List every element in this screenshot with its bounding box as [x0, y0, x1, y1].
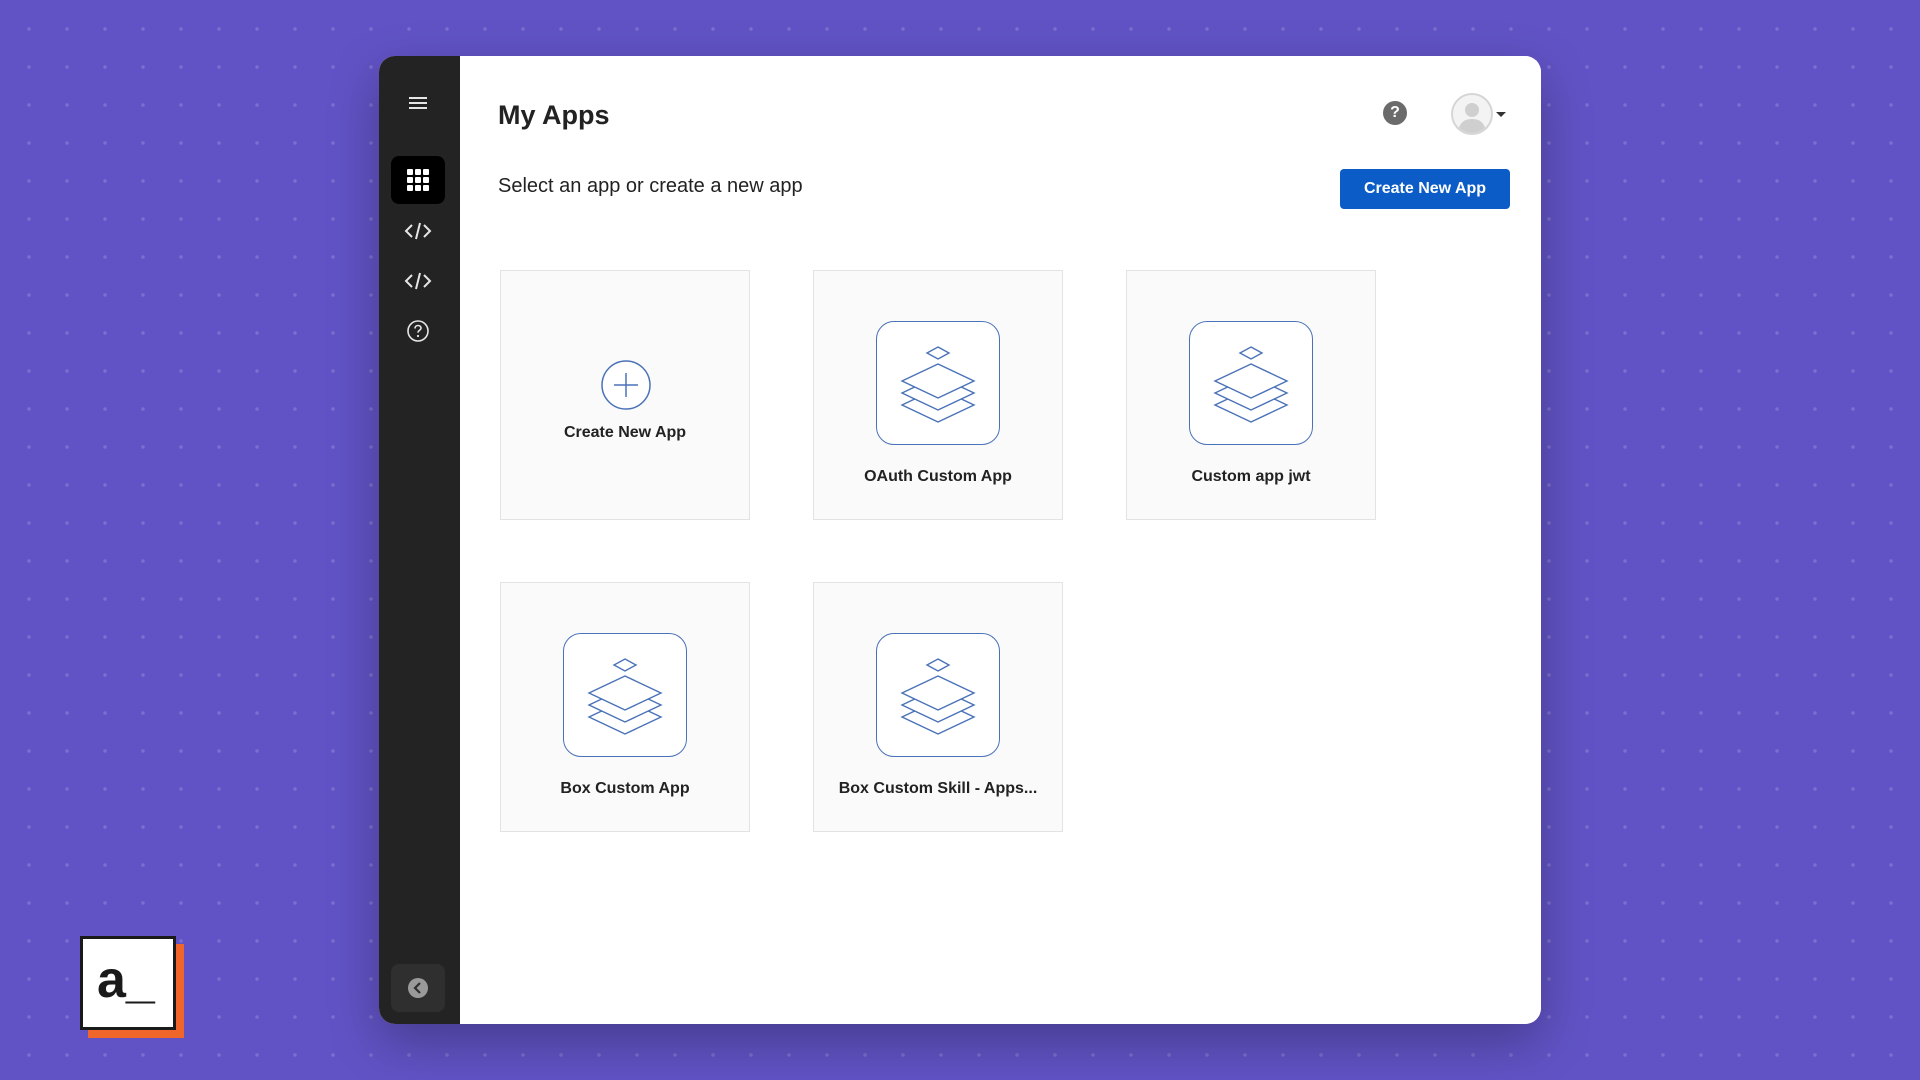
layers-icon: [900, 346, 976, 423]
code-icon: [404, 272, 432, 290]
help-circle-icon: [407, 320, 429, 342]
code-icon: [404, 222, 432, 240]
app-card-label: Custom app jwt: [1191, 468, 1311, 485]
app-card-label: Box Custom Skill - Apps...: [838, 780, 1038, 797]
sidebar: [379, 56, 460, 1024]
menu-icon: [409, 97, 427, 109]
app-card-custom-app-jwt[interactable]: Custom app jwt: [1126, 270, 1376, 520]
sidebar-item-my-apps[interactable]: [391, 156, 445, 204]
app-card-label: OAuth Custom App: [864, 468, 1012, 485]
sidebar-item-help[interactable]: [391, 307, 445, 355]
app-window: My Apps Select an app or create a new ap…: [379, 56, 1541, 1024]
app-card-oauth-custom-app[interactable]: OAuth Custom App: [813, 270, 1063, 520]
page-subtitle: Select an app or create a new app: [498, 175, 803, 197]
app-card-box-custom-skill[interactable]: Box Custom Skill - Apps...: [813, 582, 1063, 832]
app-icon-frame: [876, 321, 1000, 445]
main-content: My Apps Select an app or create a new ap…: [460, 56, 1541, 1024]
svg-text:a_: a_: [97, 953, 156, 1009]
chevron-down-icon: [1496, 111, 1506, 117]
avatar: [1451, 93, 1493, 135]
help-icon[interactable]: ?: [1383, 101, 1407, 125]
app-card-box-custom-app[interactable]: Box Custom App: [500, 582, 750, 832]
logo-icon: a_: [97, 953, 156, 1009]
menu-button[interactable]: [391, 79, 445, 127]
layers-icon: [1213, 346, 1289, 423]
brand-logo: a_: [80, 936, 176, 1030]
chevron-left-icon: [408, 978, 428, 998]
app-card-label: Box Custom App: [560, 780, 690, 797]
user-icon: [1458, 103, 1486, 133]
app-card-label: Create New App: [563, 424, 687, 441]
apps-grid-icon: [407, 169, 429, 191]
plus-circle-icon: [601, 360, 651, 410]
app-icon-frame: [1189, 321, 1313, 445]
sidebar-item-code-2[interactable]: [391, 257, 445, 305]
account-menu[interactable]: [1451, 93, 1506, 135]
collapse-sidebar-button[interactable]: [391, 964, 445, 1012]
app-icon-frame: [563, 633, 687, 757]
app-card-create-new[interactable]: Create New App: [500, 270, 750, 520]
app-icon-frame: [876, 633, 1000, 757]
sidebar-item-code[interactable]: [391, 207, 445, 255]
create-new-app-button[interactable]: Create New App: [1340, 169, 1510, 209]
layers-icon: [587, 658, 663, 735]
page-title: My Apps: [498, 100, 610, 130]
layers-icon: [900, 658, 976, 735]
